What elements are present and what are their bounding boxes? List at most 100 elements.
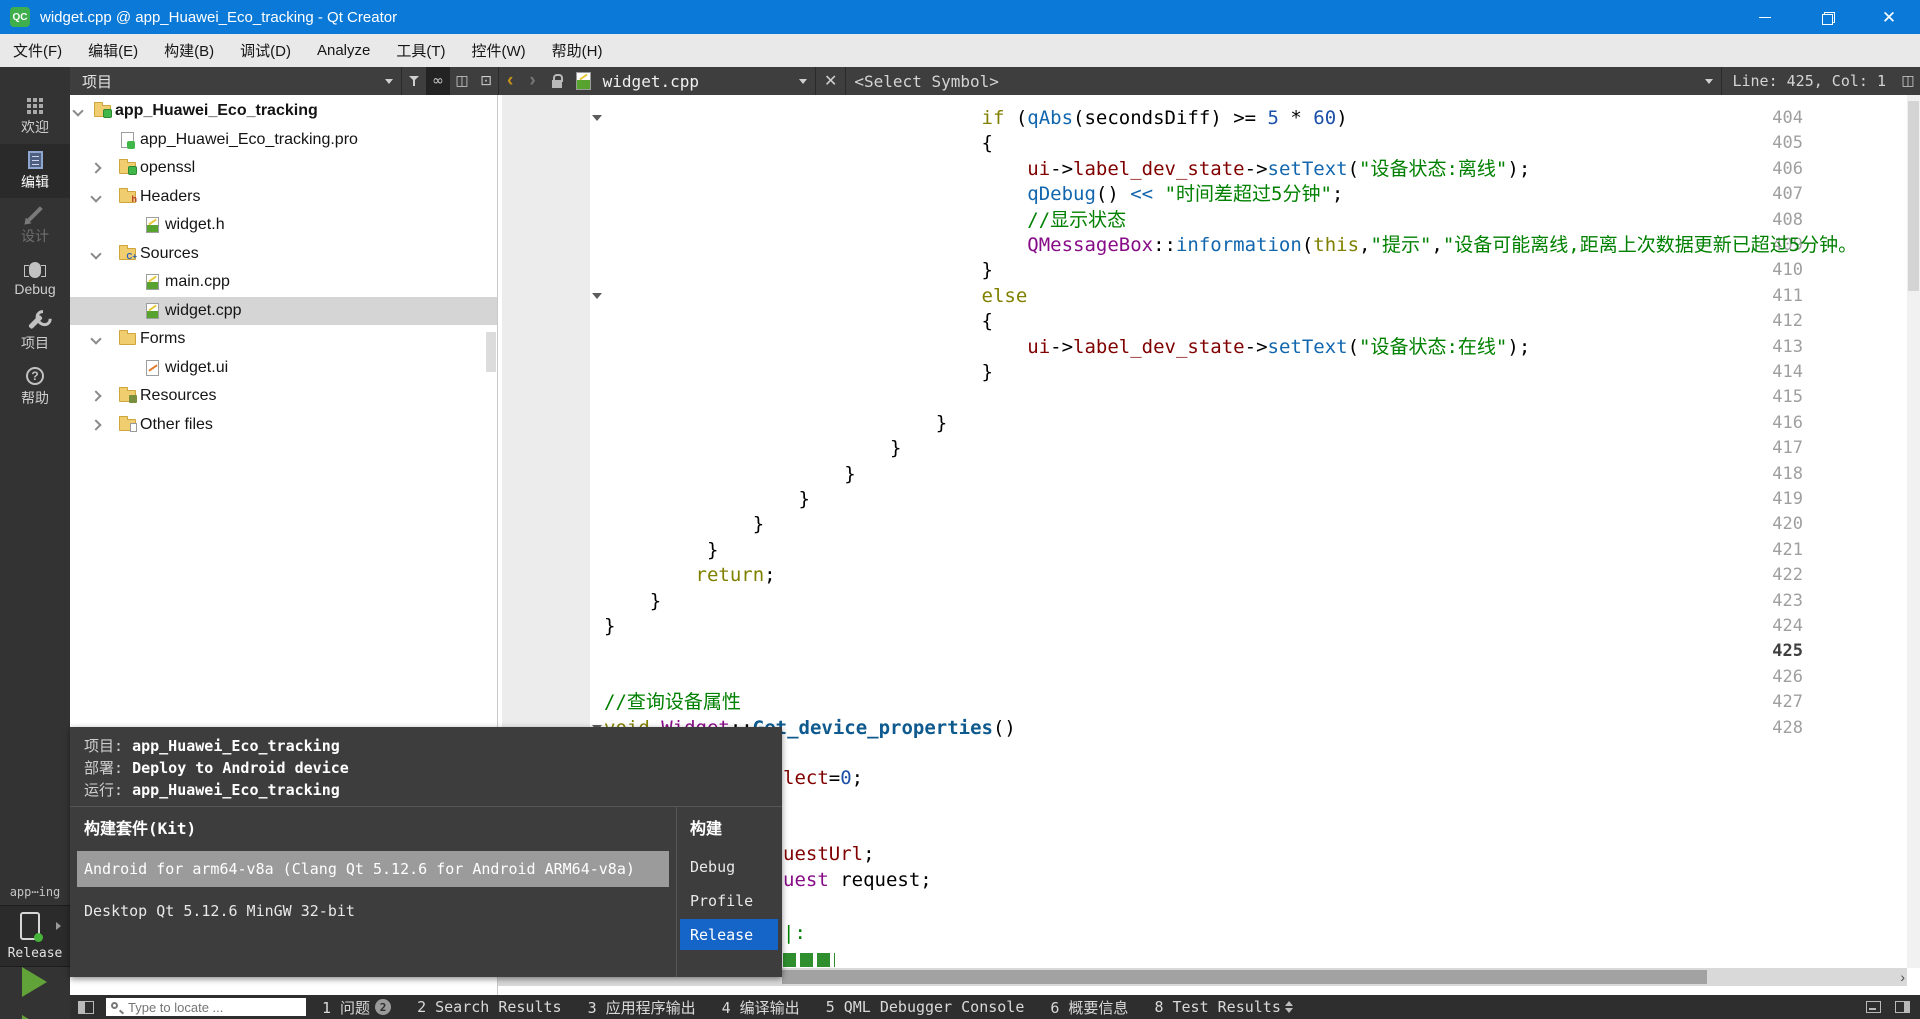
split-editor-button[interactable]: ◫ <box>1896 67 1920 95</box>
cpp-folder-icon: C+ <box>119 244 137 262</box>
kit-popup-info-row: 运行: app_Huawei_Eco_tracking <box>84 779 349 801</box>
code-line-417: } <box>604 437 902 460</box>
chevron-down-icon[interactable] <box>90 247 102 260</box>
toggle-right-sidebar-button[interactable] <box>1895 1001 1910 1013</box>
mode-bar: app⋯ing Release 欢迎 编辑 设计 Debug 项目? 帮助 <box>0 67 70 1019</box>
lock-icon <box>551 74 563 88</box>
clipped-comment-fragment <box>783 953 835 967</box>
editor-vertical-scrollbar[interactable] <box>1907 95 1920 968</box>
debug-bug-icon <box>24 261 46 278</box>
filter-button[interactable] <box>402 67 426 95</box>
mode-item-帮助[interactable]: ? 帮助 <box>0 360 70 414</box>
menu-item-7[interactable]: 控件(W) <box>459 34 539 67</box>
editor-split-dropdown-button[interactable] <box>1697 67 1721 95</box>
info-label: 项目: <box>84 737 133 755</box>
output-pane-button-6[interactable]: 6 概要信息 <box>1050 997 1128 1018</box>
tree-item-widget.ui[interactable]: widget.ui <box>70 354 497 382</box>
chevron-down-icon <box>1705 78 1714 84</box>
mode-item-Debug[interactable]: Debug <box>0 252 70 306</box>
close-button[interactable]: ✕ <box>1858 0 1920 34</box>
search-input[interactable] <box>128 999 288 1015</box>
tree-item-Sources[interactable]: C+ Sources <box>70 240 497 268</box>
mode-item-欢迎[interactable]: 欢迎 <box>0 90 70 144</box>
menu-item-5[interactable]: Analyze <box>304 34 383 67</box>
tree-item-widget.cpp[interactable]: widget.cpp <box>70 296 497 325</box>
select-symbol-combo[interactable]: <Select Symbol> <box>854 72 999 91</box>
panel-combo-button[interactable] <box>377 67 401 95</box>
open-document-tab[interactable]: widget.cpp <box>603 72 699 91</box>
src-file-icon <box>144 302 162 319</box>
line-number-422: 422 <box>1772 565 1803 586</box>
mode-item-label: 欢迎 <box>21 118 49 135</box>
fold-marker-icon[interactable] <box>592 115 602 121</box>
go-forward-button[interactable]: › <box>521 70 543 92</box>
code-line-408: //显示状态 <box>1027 208 1127 231</box>
info-label: 部署: <box>84 759 133 777</box>
code-line-409: QMessageBox::information(this,"提示","设备可能… <box>1027 234 1858 256</box>
output-pane-button-3[interactable]: 3 应用程序输出 <box>588 997 696 1018</box>
close-document-button[interactable]: ✕ <box>816 71 845 91</box>
restore-button[interactable] <box>1796 0 1858 34</box>
sync-with-editor-button[interactable]: ∞ <box>426 67 450 95</box>
kit-option[interactable]: Desktop Qt 5.12.6 MinGW 32-bit <box>77 893 669 929</box>
chevron-down-icon[interactable] <box>72 105 84 117</box>
tree-item-Other files[interactable]: Other files <box>70 411 497 439</box>
menu-item-8[interactable]: 帮助(H) <box>539 34 616 67</box>
tree-item-label: app_Huawei_Eco_tracking.pro <box>140 130 358 148</box>
line-number-423: 423 <box>1772 590 1803 611</box>
mode-item-项目[interactable]: 项目 <box>0 306 70 360</box>
tree-item-Headers[interactable]: h Headers <box>70 183 497 211</box>
vertical-scrollbar-thumb[interactable] <box>1908 101 1919 291</box>
menu-item-4[interactable]: 调试(D) <box>227 34 304 67</box>
menu-item-6[interactable]: 工具(T) <box>383 34 458 67</box>
tree-item-app_Huawei_Eco_tracking.pro[interactable]: app_Huawei_Eco_tracking.pro <box>70 126 497 154</box>
chevron-right-icon[interactable] <box>90 390 102 402</box>
locator-search-box[interactable] <box>106 998 306 1016</box>
line-number-424: 424 <box>1772 616 1803 636</box>
run-button[interactable] <box>22 967 47 997</box>
scroll-right-arrow-icon[interactable]: › <box>1900 968 1905 986</box>
debug-run-button[interactable] <box>0 1010 70 1019</box>
build-config-Debug[interactable]: Debug <box>680 851 778 882</box>
output-pane-button-8[interactable]: 8 Test Results <box>1154 998 1280 1016</box>
output-pane-button-1[interactable]: 1 问题 2 <box>322 997 392 1018</box>
separator <box>1721 67 1723 95</box>
toggle-left-sidebar-button[interactable] <box>78 1000 94 1014</box>
kit-selector-button[interactable]: Release <box>0 905 70 967</box>
design-pencil-icon <box>27 205 43 222</box>
chevron-down-icon[interactable] <box>90 333 102 345</box>
chevron-down-icon[interactable] <box>90 190 102 203</box>
horizontal-scrollbar-thumb[interactable] <box>782 970 1707 984</box>
tree-item-widget.h[interactable]: widget.h <box>70 211 497 239</box>
fold-marker-icon[interactable] <box>592 292 602 299</box>
tree-item-label: Other files <box>140 415 213 433</box>
chevron-right-icon[interactable] <box>90 162 102 174</box>
menu-item-2[interactable]: 编辑(E) <box>75 34 151 67</box>
tree-item-app_Huawei_Eco_tracking[interactable]: app_Huawei_Eco_tracking <box>70 97 497 125</box>
document-dropdown-button[interactable] <box>791 67 815 95</box>
tree-item-openssl[interactable]: openssl <box>70 154 497 182</box>
tree-item-Resources[interactable]: Resources <box>70 382 497 410</box>
output-pane-arrows-icon[interactable] <box>1284 1001 1293 1013</box>
output-pane-button-4[interactable]: 4 编译输出 <box>722 997 800 1018</box>
console-icon[interactable] <box>1866 1001 1881 1013</box>
output-pane-label: 3 应用程序输出 <box>587 998 696 1017</box>
chevron-right-icon[interactable] <box>90 418 102 431</box>
build-config-Release[interactable]: Release <box>680 919 778 950</box>
tree-item-Forms[interactable]: Forms <box>70 325 497 353</box>
split-panel-button[interactable]: ◫ <box>450 67 474 95</box>
output-pane-button-5[interactable]: 5 QML Debugger Console <box>826 998 1025 1016</box>
go-back-button[interactable]: ‹ <box>499 70 521 92</box>
menu-item-3[interactable]: 构建(B) <box>151 34 227 67</box>
output-pane-button-2[interactable]: 2 Search Results <box>417 998 562 1016</box>
tree-item-main.cpp[interactable]: main.cpp <box>70 268 497 296</box>
menu-item-1[interactable]: 文件(F) <box>0 34 75 67</box>
mode-item-编辑[interactable]: 编辑 <box>0 144 70 198</box>
build-config-Profile[interactable]: Profile <box>680 885 778 916</box>
line-number-416: 416 <box>1772 412 1803 433</box>
kit-option[interactable]: Android for arm64-v8a (Clang Qt 5.12.6 f… <box>77 851 669 887</box>
minimize-button[interactable] <box>1734 0 1796 34</box>
resource-badge-icon <box>129 395 137 403</box>
close-panel-button[interactable]: ⊡ <box>474 67 498 95</box>
folder-icon <box>119 387 137 403</box>
